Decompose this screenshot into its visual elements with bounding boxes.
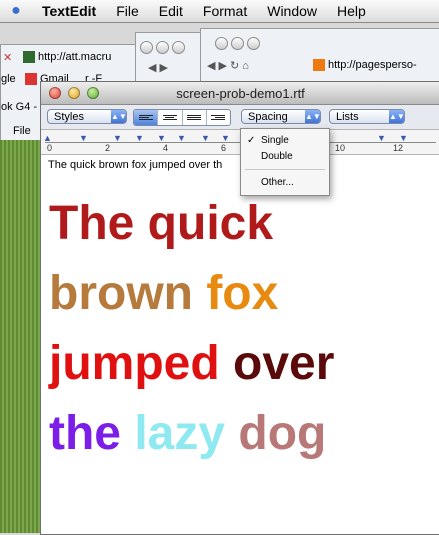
align-center-button[interactable] xyxy=(158,110,183,125)
tab-stop-icon[interactable]: ▼ xyxy=(113,133,122,143)
tab-stop-icon[interactable]: ▼ xyxy=(79,133,88,143)
document-area[interactable]: The quick brown fox jumped over th The q… xyxy=(41,152,439,534)
tab-stop-icon[interactable]: ▼ xyxy=(177,133,186,143)
lists-popup[interactable]: Lists ▲▼ xyxy=(329,109,405,124)
window-control-icon[interactable] xyxy=(231,37,244,50)
menu-help[interactable]: Help xyxy=(327,3,376,19)
menu-item-other[interactable]: Other... xyxy=(261,177,294,188)
tab-stop-icon[interactable]: ▲ xyxy=(43,133,52,143)
chevron-down-icon: ▲▼ xyxy=(111,110,127,123)
tab-stop-icon[interactable]: ▼ xyxy=(399,133,408,143)
styles-label: Styles xyxy=(54,111,84,123)
document-line-2: brown fox xyxy=(49,270,278,318)
lists-label: Lists xyxy=(336,111,359,123)
document-line-3: jumped over xyxy=(49,340,334,388)
format-toolbar: Styles ▲▼ Spacing ▲▼ Lists ▲▼ xyxy=(41,105,439,130)
navigation-arrows-icon[interactable]: ◀ ▶ ↻ ⌂ xyxy=(207,59,249,72)
menu-window[interactable]: Window xyxy=(257,3,327,19)
site-favicon-icon xyxy=(23,51,35,64)
close-tab-icon[interactable]: ✕ xyxy=(3,51,12,64)
word-run: brown xyxy=(49,267,207,320)
menu-app-textedit[interactable]: TextEdit xyxy=(32,3,106,19)
background-file-label: File xyxy=(13,125,31,137)
menu-file[interactable]: File xyxy=(106,3,149,19)
word-run: lazy xyxy=(134,407,239,460)
tab-url-1: http://att.macru xyxy=(23,51,112,64)
align-left-button[interactable] xyxy=(134,110,159,125)
menu-edit[interactable]: Edit xyxy=(149,3,193,19)
align-justify-button[interactable] xyxy=(183,110,207,125)
alignment-control xyxy=(133,109,231,126)
url-1-text: http://att.macru xyxy=(38,51,112,63)
menu-separator xyxy=(245,169,325,170)
window-title: screen-prob-demo1.rtf xyxy=(176,86,305,101)
word-run: fox xyxy=(206,267,279,320)
background-green-strip xyxy=(0,140,40,533)
window-control-icon[interactable] xyxy=(172,41,185,54)
word-run: jumped xyxy=(49,337,234,390)
word-run: the xyxy=(49,407,135,460)
spacing-label: Spacing xyxy=(248,111,288,123)
tab-stop-icon[interactable]: ▼ xyxy=(157,133,166,143)
tab-url-2: http://pagesperso- xyxy=(313,59,417,72)
back-forward-icon[interactable]: ◀ ▶ xyxy=(148,61,168,74)
window-control-icon[interactable] xyxy=(247,37,260,50)
window-control-icon[interactable] xyxy=(215,37,228,50)
document-line-4: the lazy dog xyxy=(49,410,326,458)
tab-stop-icon[interactable]: ▼ xyxy=(135,133,144,143)
bookmark-gle[interactable]: gle xyxy=(1,73,16,85)
document-line-1: The quick xyxy=(49,200,273,248)
menu-item-double[interactable]: Double xyxy=(261,151,293,162)
tab-stop-icon[interactable]: ▼ xyxy=(201,133,210,143)
gmail-icon xyxy=(25,73,37,86)
styles-popup[interactable]: Styles ▲▼ xyxy=(47,109,127,124)
chevron-down-icon: ▲▼ xyxy=(389,110,405,123)
apple-menu-icon[interactable]: ● xyxy=(0,2,32,20)
bookmark-4[interactable]: ok G4 - xyxy=(1,101,37,113)
menu-bar: ● TextEdit File Edit Format Window Help xyxy=(0,0,439,23)
window-control-icon[interactable] xyxy=(156,41,169,54)
word-run: dog xyxy=(238,407,327,460)
url-2-text: http://pagesperso- xyxy=(328,59,417,71)
checkmark-icon: ✓ xyxy=(247,135,256,146)
site-favicon-icon xyxy=(313,59,325,72)
spacing-dropdown-menu: ✓ Single Double Other... xyxy=(240,128,330,196)
chevron-down-icon: ▲▼ xyxy=(305,110,321,123)
document-small-line: The quick brown fox jumped over th xyxy=(48,159,223,171)
spacing-popup[interactable]: Spacing ▲▼ xyxy=(241,109,321,124)
menu-item-single[interactable]: Single xyxy=(261,135,289,146)
word-run: The quick xyxy=(49,197,274,250)
align-right-button[interactable] xyxy=(207,110,230,125)
window-titlebar[interactable]: screen-prob-demo1.rtf xyxy=(41,82,439,105)
tab-stop-icon[interactable]: ▼ xyxy=(221,133,230,143)
tab-stop-icon[interactable]: ▼ xyxy=(377,133,386,143)
window-control-icon[interactable] xyxy=(140,41,153,54)
menu-format[interactable]: Format xyxy=(193,3,257,19)
background-browser-window-right[interactable]: ◀ ▶ ↻ ⌂ http://pagesperso- xyxy=(200,28,439,86)
word-run: over xyxy=(233,337,335,390)
